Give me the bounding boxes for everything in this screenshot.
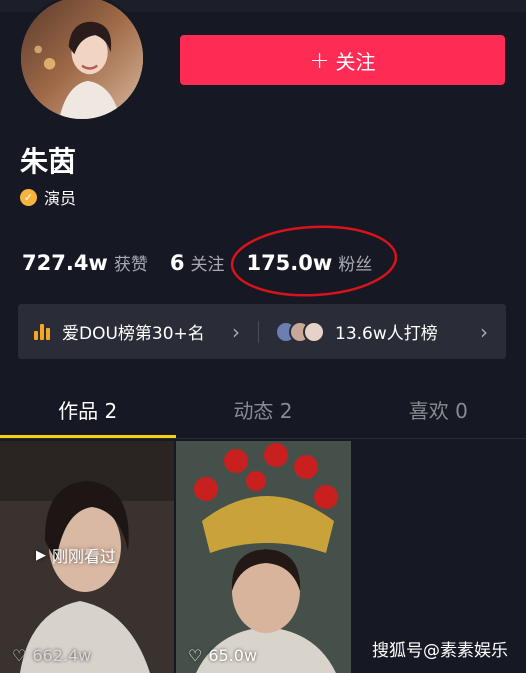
tab-activity[interactable]: 动态 2 <box>175 380 350 438</box>
recently-watched-label: ▶ 刚刚看过 <box>36 543 116 567</box>
chevron-right-icon: › <box>480 319 488 344</box>
video-thumbnail <box>176 441 351 673</box>
watermark: 搜狐号@素素娱乐 <box>372 641 508 661</box>
follow-button[interactable]: + 关注 <box>180 35 505 85</box>
heart-icon: ♡ <box>188 646 203 665</box>
play-icon: ▶ <box>36 547 46 563</box>
recently-watched-text: 刚刚看过 <box>52 547 117 566</box>
support-rank-link[interactable]: 13.6w人打榜 › <box>259 319 506 344</box>
plus-icon: + <box>309 46 330 74</box>
support-rank-label: 13.6w人打榜 <box>335 324 438 344</box>
dou-rank-link[interactable]: 爱DOU榜第30+名 › <box>18 319 258 344</box>
supporter-avatar <box>303 320 325 343</box>
follow-button-label: 关注 <box>335 49 376 74</box>
video-like-count: ♡ 65.0w <box>188 646 257 665</box>
dou-rank-label: 爱DOU榜第30+名 <box>62 324 205 344</box>
content-tabs: 作品 2 动态 2 喜欢 0 <box>0 380 526 438</box>
rank-bar: 爱DOU榜第30+名 › 13.6w人打榜 › <box>18 304 506 359</box>
stat-likes-label: 获赞 <box>113 255 148 275</box>
tabs-divider <box>0 438 526 439</box>
avatar[interactable] <box>18 0 146 122</box>
video-like-value: 65.0w <box>208 646 258 665</box>
tab-works[interactable]: 作品 2 <box>0 380 175 438</box>
stat-following-value: 6 <box>169 251 185 275</box>
stat-following-label: 关注 <box>190 255 225 275</box>
chevron-right-icon: › <box>232 319 240 344</box>
video-card[interactable]: ▶ 刚刚看过 ♡ 662.4w <box>0 441 174 673</box>
avatar-image <box>21 0 143 119</box>
stat-following[interactable]: 6 关注 <box>170 250 225 275</box>
profile-name: 朱茵 <box>20 145 77 178</box>
tab-likes[interactable]: 喜欢 0 <box>351 380 526 438</box>
verified-badge: ✓ 演员 <box>20 185 76 209</box>
stat-likes[interactable]: 727.4w 获赞 <box>22 250 148 275</box>
chart-bars-icon <box>34 323 52 340</box>
video-like-value: 662.4w <box>32 646 92 665</box>
video-like-count: ♡ 662.4w <box>12 646 91 665</box>
supporter-avatars <box>275 320 325 343</box>
red-circle-annotation <box>230 225 398 297</box>
verified-check-icon: ✓ <box>20 188 37 206</box>
stat-likes-value: 727.4w <box>22 251 108 275</box>
video-card[interactable]: ♡ 65.0w <box>176 441 351 673</box>
badge-label: 演员 <box>44 189 77 208</box>
heart-icon: ♡ <box>12 646 27 665</box>
